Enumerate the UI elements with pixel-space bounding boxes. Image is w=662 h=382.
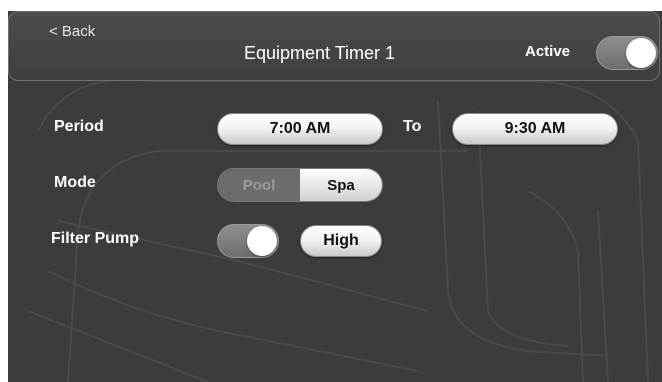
filter-pump-toggle[interactable] xyxy=(217,224,279,258)
active-toggle[interactable] xyxy=(596,36,658,70)
toggle-knob xyxy=(247,226,277,256)
period-label: Period xyxy=(54,118,104,135)
period-to-label: To xyxy=(403,118,422,135)
back-button[interactable]: < Back xyxy=(49,23,95,40)
mode-label: Mode xyxy=(54,174,96,191)
period-end-button[interactable]: 9:30 AM xyxy=(452,113,618,145)
active-label: Active xyxy=(525,43,571,60)
timer-screen: < Back Equipment Timer 1 Active Period 7… xyxy=(8,11,662,382)
toggle-knob xyxy=(626,38,656,68)
period-start-button[interactable]: 7:00 AM xyxy=(217,113,383,145)
mode-option-pool[interactable]: Pool xyxy=(218,169,300,201)
header-bar: < Back Equipment Timer 1 Active xyxy=(8,11,660,81)
page-title: Equipment Timer 1 xyxy=(244,43,396,63)
pump-speed-button[interactable]: High xyxy=(300,225,382,257)
filter-pump-label: Filter Pump xyxy=(51,230,140,247)
mode-segmented-control: Pool Spa xyxy=(217,168,383,202)
mode-option-spa[interactable]: Spa xyxy=(300,169,382,201)
